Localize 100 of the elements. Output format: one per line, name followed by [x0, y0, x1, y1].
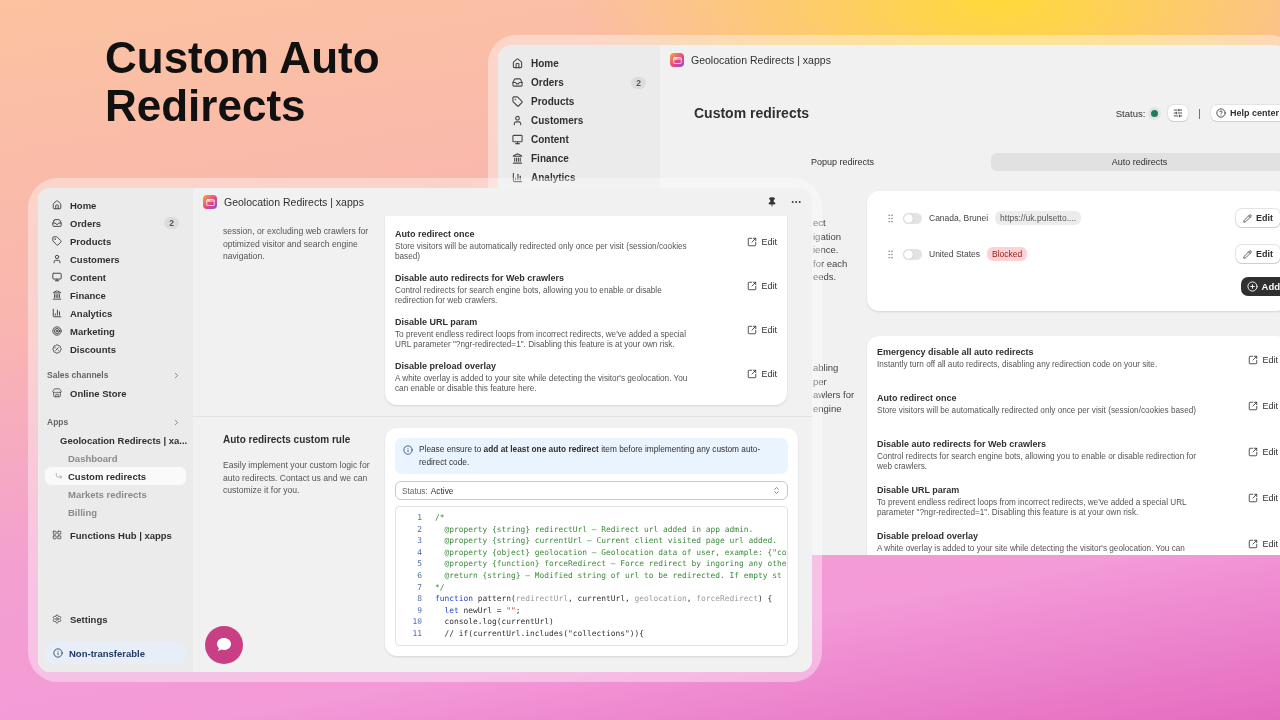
setting-title: Disable preload overlay — [395, 361, 498, 371]
plan-banner[interactable]: Non-transferable — [45, 642, 186, 664]
headline: Custom Auto Redirects — [105, 34, 381, 130]
nav-item[interactable]: Finance — [505, 149, 653, 168]
edit-link[interactable]: Edit — [747, 369, 777, 379]
nav-item[interactable]: Orders 2 — [45, 214, 186, 232]
setting-description: A white overlay is added to your site while detecting the visitor's geolocation. You can enable or disable this feature here. — [395, 374, 689, 393]
nav-item[interactable]: Settings — [45, 610, 186, 628]
chat-bubble-icon — [215, 636, 233, 654]
pencil-icon — [1243, 249, 1252, 259]
setting-title: Auto redirect once — [395, 229, 476, 239]
app-title: Geolocation Redirects | xapps — [691, 54, 832, 66]
text-fragment: per — [813, 374, 828, 389]
text-fragment: ience. — [813, 243, 840, 257]
nav-item[interactable]: Orders 2 — [505, 73, 653, 92]
edit-link[interactable]: Edit — [1248, 447, 1278, 457]
text-fragment: awlers for — [813, 388, 856, 402]
page-title: Custom redirects — [694, 105, 811, 121]
person-icon — [52, 254, 62, 264]
edit-link[interactable]: Edit — [747, 325, 777, 335]
plus-circle-icon — [1246, 281, 1258, 292]
section-description: session, or excluding web crawlers for optimized visitor and search engine navigation. — [223, 225, 370, 264]
edit-link[interactable]: Edit — [747, 281, 777, 291]
inbox-icon — [512, 77, 523, 88]
bar-chart-icon — [512, 172, 523, 183]
nav-item[interactable]: Content — [45, 268, 186, 286]
section-title: Sales channels — [47, 370, 109, 380]
external-link-icon — [747, 369, 758, 379]
section-heading[interactable]: Sales channels — [45, 366, 186, 384]
edit-link[interactable]: Edit — [1248, 401, 1278, 411]
setting-description: Control redirects for search engine bots, allowing you to enable or disable redirection for web crawlers. — [877, 452, 1198, 471]
nav-item[interactable]: Customers — [45, 250, 186, 268]
house-icon — [512, 58, 523, 69]
setting-title: Auto redirect once — [877, 393, 958, 403]
country-list: Canada, Brunei — [929, 213, 989, 223]
external-link-icon — [1248, 401, 1259, 411]
section-description: Easily implement your custom logic for auto redirects. Contact us and we can customize it for you. — [223, 459, 371, 497]
toggle-switch[interactable] — [903, 248, 922, 260]
sub-nav-item[interactable]: Custom redirects — [45, 467, 186, 485]
nav-item[interactable]: Content — [505, 130, 653, 149]
nav-item[interactable]: Marketing — [45, 322, 186, 340]
nav-item[interactable]: Products — [505, 92, 653, 111]
external-link-icon — [747, 281, 758, 291]
nav-item[interactable]: Functions Hub | xapps — [45, 526, 186, 544]
setting-description: To prevent endless redirect loops from incorrect redirects, we've added a special URL parameter "?ngr-redirected=1". Disabling this feature is at your own risk. — [395, 330, 687, 349]
setting-title: Disable auto redirects for Web crawlers — [877, 439, 1047, 449]
filter-button[interactable] — [1168, 105, 1189, 121]
nav-item[interactable]: Customers — [505, 111, 653, 130]
nav-item[interactable]: Analytics — [505, 168, 653, 187]
drag-handle-icon[interactable] — [885, 248, 896, 260]
setting-description: Store visitors will be automatically redirected only once per visit (session/cookies based) — [877, 406, 1197, 416]
nav-item[interactable]: Geolocation Redirects | xa... — [45, 431, 186, 449]
chevron-right-icon — [172, 417, 181, 427]
section-heading[interactable]: Apps — [45, 413, 186, 431]
add-button[interactable]: Add — [1240, 277, 1280, 296]
edit-link[interactable]: Edit — [1248, 539, 1278, 549]
nav-item[interactable]: Home — [45, 196, 186, 214]
edit-link[interactable]: Edit — [1248, 493, 1278, 503]
percent-badge-icon — [52, 344, 62, 354]
tag-icon — [512, 96, 523, 107]
nav-item[interactable]: Home — [505, 54, 653, 73]
edit-link[interactable]: Edit — [1248, 355, 1278, 365]
nav-item[interactable]: Online Store — [45, 384, 186, 402]
help-center-button[interactable]: Help center — [1210, 105, 1280, 121]
monitor-icon — [52, 272, 62, 282]
text-fragment: for each — [813, 256, 849, 271]
setting-title: Emergency disable all auto redirects — [877, 347, 1035, 357]
person-icon — [512, 115, 523, 126]
setting-title: Disable URL param — [395, 317, 479, 327]
code-editor[interactable] — [395, 506, 788, 646]
edit-link[interactable]: Edit — [747, 237, 777, 247]
pin-icon[interactable] — [767, 197, 777, 207]
chevrons-icon — [771, 486, 781, 495]
nav-item[interactable]: Analytics — [45, 304, 186, 322]
nav-item[interactable]: Products — [45, 232, 186, 250]
bank-icon — [52, 290, 62, 300]
external-link-icon — [747, 237, 758, 247]
house-icon — [52, 200, 62, 210]
separator: | — [1198, 107, 1201, 119]
nav-item[interactable]: Finance — [45, 286, 186, 304]
edit-button[interactable]: Edit — [1236, 209, 1280, 227]
settings-icon — [52, 614, 62, 624]
tab[interactable]: Popup redirects — [694, 153, 991, 171]
external-link-icon — [1248, 539, 1259, 549]
toggle-switch[interactable] — [903, 212, 922, 224]
text-fragment: engine — [813, 401, 843, 416]
status-select[interactable]: Status: Active — [395, 481, 788, 500]
tree-connector-icon — [55, 472, 63, 480]
drag-handle-icon[interactable] — [885, 212, 896, 224]
edit-button[interactable]: Edit — [1236, 245, 1280, 263]
chevron-right-icon — [172, 370, 181, 380]
nav-item[interactable]: Discounts — [45, 340, 186, 358]
info-icon — [53, 648, 63, 658]
blocked-badge: Blocked — [987, 247, 1028, 261]
app-title: Geolocation Redirects | xapps — [224, 196, 365, 208]
sliders-icon — [1173, 108, 1184, 118]
url-tag: https://uk.pulsetto.... — [995, 211, 1082, 225]
setting-description: To prevent endless redirect loops from incorrect redirects, we've added a special URL parameter "?ngr-redirected=1". Disabling this feature is at your own risk. — [877, 498, 1188, 517]
tab[interactable]: Auto redirects — [991, 153, 1280, 171]
pencil-icon — [1243, 213, 1252, 223]
